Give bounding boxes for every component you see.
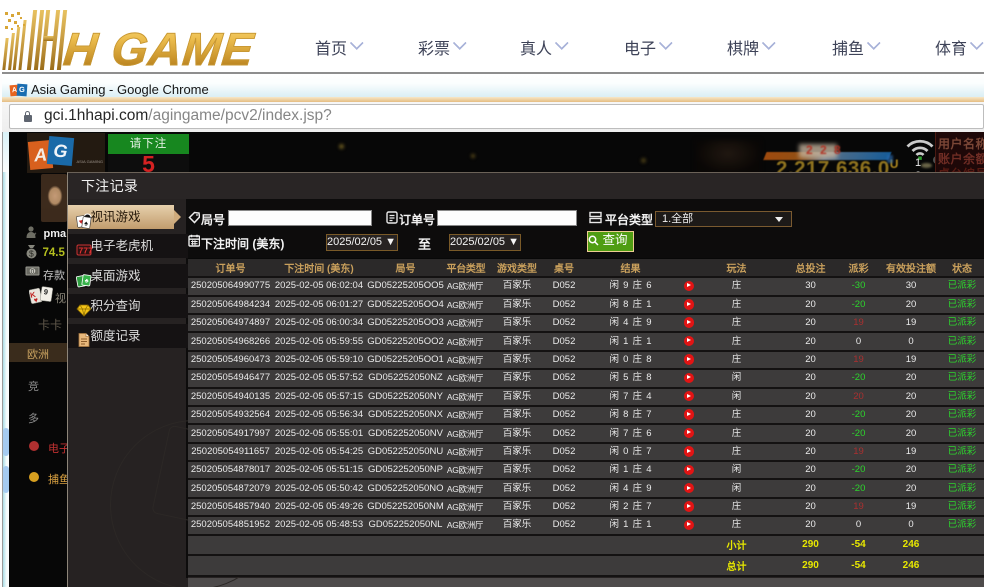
svg-text:*: * (34, 233, 37, 238)
svg-text:0: 0 (31, 268, 35, 275)
svg-text:$: $ (29, 248, 34, 258)
svg-text:777: 777 (78, 245, 92, 255)
